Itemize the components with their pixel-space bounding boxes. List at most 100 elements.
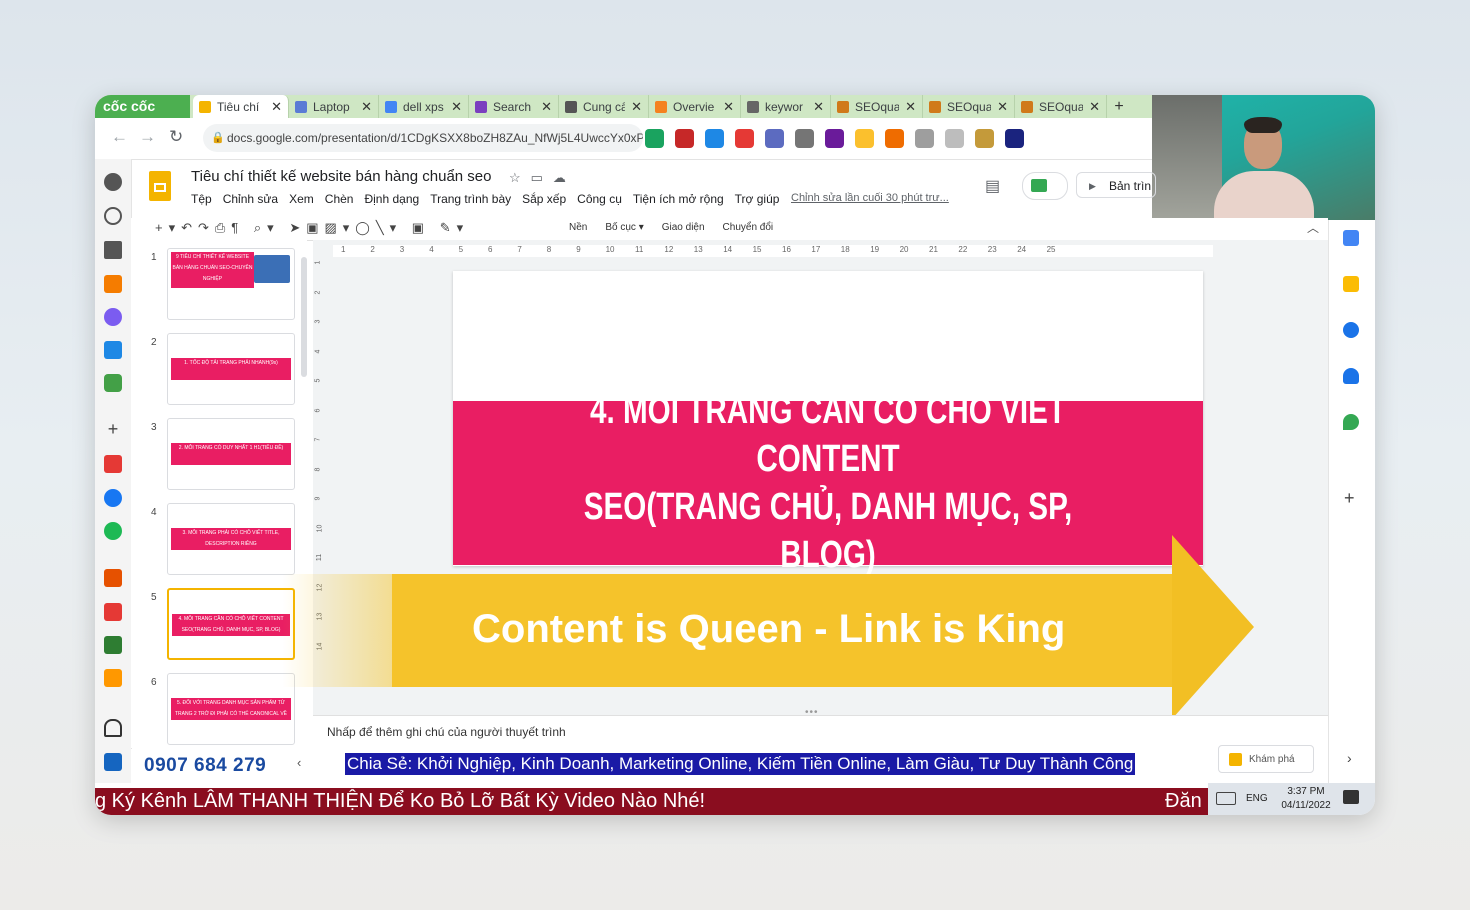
close-tab-icon[interactable]: ✕ (541, 99, 552, 115)
slides-logo-icon[interactable] (149, 171, 171, 201)
menu-item[interactable]: Tiện ích mở rộng (633, 192, 724, 206)
menu-item[interactable]: Sắp xếp (522, 192, 566, 206)
close-tab-icon[interactable]: ✕ (1089, 99, 1100, 115)
hat-icon[interactable] (104, 636, 122, 654)
extension-icon[interactable] (705, 129, 724, 148)
toolbar-button[interactable]: Chuyển đổi (723, 222, 774, 233)
extension-icon[interactable] (765, 129, 784, 148)
keep-icon[interactable] (1343, 276, 1359, 292)
toolbar-tool-icons[interactable]: +▾↶↷⎙¶ ⌕▾ ➤▣▨▾◯╲▾ ▣ ✎▾ (155, 220, 469, 236)
menu-item[interactable]: Công cụ (577, 192, 622, 206)
maps-icon[interactable] (1343, 414, 1359, 430)
menu-item[interactable]: Trợ giúp (735, 192, 780, 206)
slide-thumbnail[interactable]: 3. MỖI TRANG PHẢI CÓ CHỖ VIẾT TITLE, DES… (167, 503, 295, 575)
notification-icon[interactable] (1343, 790, 1359, 804)
current-slide[interactable]: 4. MỖI TRANG CẦN CÓ CHỖ VIẾT CONTENT SEO… (453, 271, 1203, 576)
browser-tab[interactable]: Cung cấ ✕ (559, 95, 649, 118)
extension-icon[interactable] (1005, 129, 1024, 148)
menu-item[interactable]: Chèn (325, 192, 354, 206)
extension-icon[interactable] (735, 129, 754, 148)
get-addons-icon[interactable]: + (1344, 488, 1355, 509)
close-tab-icon[interactable]: ✕ (271, 99, 282, 115)
menu-item[interactable]: Tệp (191, 192, 212, 206)
slide-thumbnail[interactable]: 9 TIÊU CHÍ THIẾT KẾ WEBSITE BÁN HÀNG CHU… (167, 248, 295, 320)
extension-icon[interactable] (825, 129, 844, 148)
youtube-icon[interactable] (104, 455, 122, 473)
close-tab-icon[interactable]: ✕ (905, 99, 916, 115)
collapse-menus-icon[interactable]: ︿ (1307, 219, 1319, 236)
presentation-title[interactable]: Tiêu chí thiết kế website bán hàng chuẩn… (191, 168, 491, 185)
toolbar-button[interactable]: Nền (569, 222, 587, 233)
meet-button[interactable] (1022, 172, 1068, 200)
extension-icon[interactable] (945, 129, 964, 148)
close-tab-icon[interactable]: ✕ (631, 99, 642, 115)
extension-icon[interactable] (675, 129, 694, 148)
expand-panel-icon[interactable]: › (1347, 750, 1352, 766)
close-tab-icon[interactable]: ✕ (997, 99, 1008, 115)
menu-item[interactable]: Xem (289, 192, 314, 206)
slide-thumbnail[interactable]: 5. ĐỐI VỚI TRANG DANH MỤC SẢN PHẨM TỪ TR… (167, 673, 295, 745)
game-controller-icon[interactable] (104, 374, 122, 392)
bell-icon[interactable] (104, 719, 122, 737)
browser-tab[interactable]: keywor ✕ (741, 95, 831, 118)
close-tab-icon[interactable]: ✕ (451, 99, 462, 115)
extension-icon[interactable] (645, 129, 664, 148)
explore-button[interactable]: Khám phá (1218, 745, 1314, 773)
collapse-filmstrip-icon[interactable]: ‹ (297, 755, 301, 770)
gift-icon[interactable] (104, 603, 122, 621)
present-button[interactable]: Bản trìn (1076, 172, 1156, 199)
browser-tab[interactable]: Overvie ✕ (649, 95, 741, 118)
extension-icon[interactable] (915, 129, 934, 148)
extension-icon[interactable] (885, 129, 904, 148)
browser-tab[interactable]: dell xps ✕ (379, 95, 469, 118)
browser-tab[interactable]: Tiêu chí ✕ (193, 95, 289, 118)
contacts-icon[interactable] (1343, 368, 1359, 384)
history-icon[interactable] (104, 207, 122, 225)
slide-heading-box[interactable]: 4. MỖI TRANG CẦN CÓ CHỖ VIẾT CONTENT SEO… (453, 390, 1203, 576)
menu-item[interactable]: Trang trình bày (430, 192, 511, 206)
messenger-icon[interactable] (104, 308, 122, 326)
add-icon[interactable]: + (104, 420, 122, 439)
close-tab-icon[interactable]: ✕ (723, 99, 734, 115)
url-input[interactable]: 🔒 docs.google.com/presentation/d/1CDgKSX… (203, 124, 643, 152)
new-tab-icon[interactable]: + (1107, 95, 1131, 118)
toolbar-button[interactable]: Bố cục ▾ (605, 222, 643, 233)
slide-thumbnail[interactable]: 2. MỖI TRANG CÓ DUY NHẤT 1 H1(TIÊU ĐỀ) (167, 418, 295, 490)
reading-list-icon[interactable] (104, 241, 122, 259)
keyboard-icon[interactable] (1216, 792, 1236, 805)
extension-icon[interactable] (975, 129, 994, 148)
shop-icon[interactable] (104, 569, 122, 587)
comment-icon[interactable]: ▤ (985, 176, 1000, 196)
crown-icon[interactable] (104, 275, 122, 293)
forward-arrow-icon[interactable]: → (139, 127, 156, 147)
menu-item[interactable]: Định dạng (364, 192, 419, 206)
app-tile-icon[interactable] (104, 753, 122, 771)
close-tab-icon[interactable]: ✕ (813, 99, 824, 115)
slide-thumbnail[interactable]: 1. TỐC ĐỘ TẢI TRANG PHẢI NHANH(9s) (167, 333, 295, 405)
speaker-notes[interactable]: Nhấp để thêm ghi chú của người thuyết tr… (313, 715, 1328, 750)
calendar-app-icon[interactable] (104, 669, 122, 687)
extension-icon[interactable] (855, 129, 874, 148)
browser-tab[interactable]: Search ✕ (469, 95, 559, 118)
close-tab-icon[interactable]: ✕ (361, 99, 372, 115)
zalo-icon[interactable] (104, 341, 122, 359)
notes-resize-handle[interactable]: ••• (805, 707, 819, 718)
browser-tab[interactable]: SEOqua ✕ (923, 95, 1015, 118)
tasks-icon[interactable] (1343, 322, 1359, 338)
reload-icon[interactable]: ↻ (169, 127, 183, 147)
browser-brand-logo[interactable]: cốc cốc (95, 95, 190, 118)
spotify-icon[interactable] (104, 522, 122, 540)
facebook-icon[interactable] (104, 489, 122, 507)
toolbar-button[interactable]: Giao diện (662, 222, 705, 233)
browser-tab[interactable]: SEOqua ✕ (1015, 95, 1107, 118)
title-action-icons[interactable]: ☆▭☁ (509, 170, 576, 186)
extension-icon[interactable] (795, 129, 814, 148)
last-edit-link[interactable]: Chỉnh sửa lần cuối 30 phút trư... (791, 192, 949, 204)
calendar-icon[interactable] (1343, 230, 1359, 246)
clock[interactable]: 3:37 PM 04/11/2022 (1278, 785, 1334, 813)
browser-tab[interactable]: Laptop ✕ (289, 95, 379, 118)
back-arrow-icon[interactable]: ← (111, 127, 128, 147)
menu-item[interactable]: Chỉnh sửa (223, 192, 278, 206)
browser-tab[interactable]: SEOqua ✕ (831, 95, 923, 118)
filmstrip-scrollbar[interactable] (301, 257, 307, 377)
